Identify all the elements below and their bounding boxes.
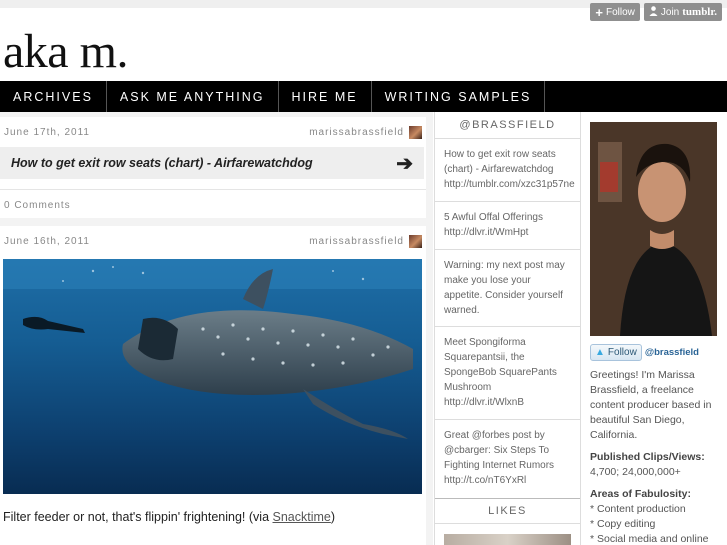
twitter-header[interactable]: @BRASSFIELD — [435, 112, 580, 139]
areas-heading: Areas of Fabulosity: — [590, 488, 691, 500]
tweet[interactable]: 5 Awful Offal Offerings http://dlvr.it/W… — [435, 202, 580, 250]
profile-photo — [590, 122, 717, 336]
author-avatar — [409, 125, 422, 139]
twitter-follow-button[interactable]: ▲ Follow — [590, 344, 642, 361]
about-text: Greetings! I'm Marissa Brassfield, a fre… — [590, 368, 724, 545]
clips-value: 4,700; 24,000,000+ — [590, 466, 681, 478]
tumblr-controls: + Follow Join tumblr. — [590, 3, 722, 21]
caption-source-link[interactable]: Snacktime — [273, 510, 331, 524]
link-title[interactable]: How to get exit row seats (chart) - Airf… — [11, 156, 313, 170]
tweet[interactable]: Meet Spongiforma Squarepantsii, the Spon… — [435, 327, 580, 420]
twitter-column: @BRASSFIELD How to get exit row seats (c… — [434, 112, 581, 545]
likes-header: LIKES — [435, 498, 580, 524]
clips-heading: Published Clips/Views: — [590, 451, 705, 463]
area-item: * Social media and online — [590, 533, 709, 545]
twitter-follow-row: ▲ Follow @brassfield — [590, 344, 699, 361]
tweet[interactable]: How to get exit row seats (chart) - Airf… — [435, 139, 580, 202]
comments-link[interactable]: 0 Comments — [0, 189, 426, 215]
nav-archives[interactable]: ARCHIVES — [0, 81, 107, 112]
post-date[interactable]: June 16th, 2011 — [4, 236, 90, 247]
nav-ask-me-anything[interactable]: ASK ME ANYTHING — [107, 81, 279, 112]
tweet[interactable]: Great @forbes post by @cbarger: Six Step… — [435, 420, 580, 498]
twitter-bird-icon: ▲ — [595, 347, 605, 358]
nav-hire-me[interactable]: HIRE ME — [279, 81, 372, 112]
post-author[interactable]: marissabrassfield — [309, 234, 422, 248]
main-nav: ARCHIVES ASK ME ANYTHING HIRE ME WRITING… — [0, 81, 727, 112]
about-intro: Greetings! I'm Marissa Brassfield, a fre… — [590, 369, 712, 441]
blog-title[interactable]: aka m. — [3, 28, 128, 76]
plus-icon: + — [595, 4, 603, 20]
area-item: * Copy editing — [590, 518, 656, 530]
link-post: June 17th, 2011 marissabrassfield How to… — [0, 117, 426, 218]
tweet[interactable]: Warning: my next post may make you lose … — [435, 250, 580, 327]
whale-shark-photo[interactable] — [3, 259, 422, 494]
about-column: ▲ Follow @brassfield Greetings! I'm Mari… — [590, 112, 727, 545]
photo-caption: Filter feeder or not, that's flippin' fr… — [3, 510, 336, 524]
nav-writing-samples[interactable]: WRITING SAMPLES — [372, 81, 546, 112]
person-icon — [649, 5, 658, 19]
post-author[interactable]: marissabrassfield — [309, 125, 422, 139]
posts-column: June 17th, 2011 marissabrassfield How to… — [0, 112, 433, 545]
liked-post-thumbnail[interactable] — [444, 534, 571, 545]
post-date[interactable]: June 17th, 2011 — [4, 127, 90, 138]
post-meta: June 16th, 2011 marissabrassfield — [0, 226, 426, 256]
author-avatar — [409, 234, 422, 248]
arrow-right-icon: ➔ — [396, 152, 413, 175]
post-meta: June 17th, 2011 marissabrassfield — [0, 117, 426, 147]
tumblr-join-button[interactable]: Join tumblr. — [643, 3, 722, 21]
tumblr-follow-button[interactable]: + Follow — [590, 3, 640, 21]
link-box[interactable]: How to get exit row seats (chart) - Airf… — [0, 147, 424, 179]
area-item: * Content production — [590, 503, 686, 515]
twitter-handle-link[interactable]: @brassfield — [645, 347, 699, 358]
tumblr-logo: tumblr. — [682, 6, 717, 18]
